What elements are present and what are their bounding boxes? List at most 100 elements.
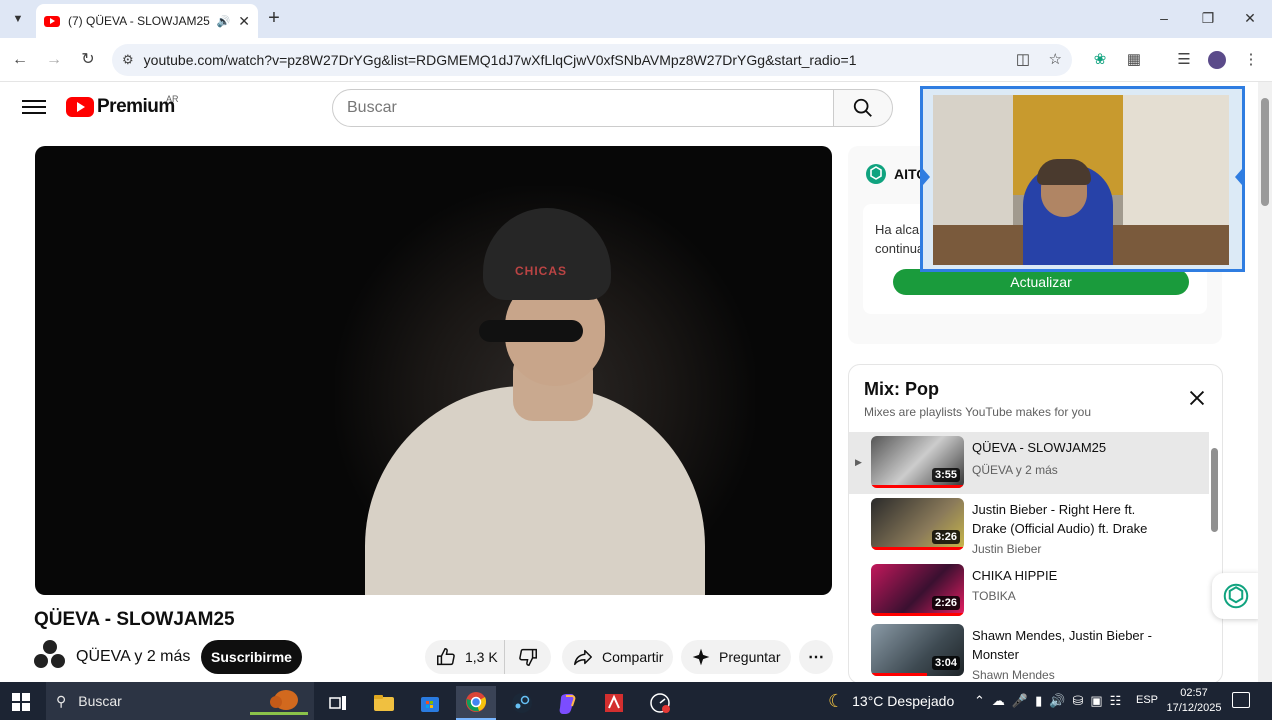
weather-text: 13°C Despejado [852,693,955,709]
display-icon[interactable]: ▣ [1090,693,1102,709]
profile-avatar[interactable] [1206,49,1228,71]
notification-center-icon[interactable] [1232,692,1250,708]
video-player[interactable]: CHICAS [35,146,832,595]
battery-icon[interactable]: ▮ [1035,693,1042,709]
playlist-scrollbar[interactable] [1211,434,1219,674]
playlist-item-channel: Justin Bieber [972,542,1042,556]
weather-widget[interactable]: ☾ 13°C Despejado [828,682,954,720]
webcam-feed [933,95,1229,265]
playlist-item[interactable]: 3:04 Shawn Mendes, Justin Bieber - Monst… [849,620,1209,682]
search-button[interactable] [833,89,893,127]
upgrade-button[interactable]: Actualizar [893,269,1189,295]
share-button[interactable]: Compartir [562,640,673,674]
watched-progress-bar [871,673,927,676]
search-icon [853,98,872,117]
clock-time: 02:57 [1180,687,1208,699]
channel-name[interactable]: QÜEVA y 2 más [76,648,190,666]
task-view-icon[interactable] [318,686,358,720]
taskbar-clock[interactable]: 02:57 17/12/2025 [1166,686,1222,716]
chatgpt-logo-icon [864,162,888,186]
install-app-icon[interactable]: ◫ [1012,49,1034,71]
chatgpt-icon [1223,583,1249,609]
reload-button[interactable]: ↻ [78,50,98,70]
webcam-resize-handle-right[interactable] [1235,169,1242,185]
clock-date: 17/12/2025 [1166,702,1222,714]
windows-start-button[interactable] [12,693,30,711]
site-info-icon[interactable]: ⚙ [122,52,134,68]
page-scrollbar[interactable] [1258,82,1272,682]
close-playlist-button[interactable] [1186,387,1208,409]
thumbs-down-icon [519,648,537,666]
browser-menu-icon[interactable]: ⋮ [1240,49,1262,71]
playlist-thumbnail: 3:04 [871,624,964,676]
more-actions-button[interactable]: ⋯ [799,640,833,674]
steam-icon[interactable] [502,686,542,720]
guide-menu-icon[interactable] [22,96,46,118]
browser-toolbar: ← → ↻ ⚙ youtube.com/watch?v=pz8W27DrYGg&… [0,38,1272,82]
sparkle-icon [692,648,710,666]
dislike-button[interactable] [505,640,551,674]
share-icon [574,649,592,666]
audio-playing-icon[interactable]: 🔊 [217,15,231,28]
playlist-item[interactable]: 3:26 Justin Bieber - Right Here ft. Drak… [849,494,1209,556]
ask-button[interactable]: Preguntar [681,640,791,674]
search-icon: ⚲ [56,692,67,709]
close-icon [1189,390,1205,406]
playlist-item[interactable]: 2:26 CHIKA HIPPIE TOBIKA [849,560,1209,622]
amd-software-icon[interactable] [594,686,634,720]
onedrive-icon[interactable]: ☁ [992,693,1005,709]
playlist-item-title: Justin Bieber - Right Here ft. Drake (Of… [972,502,1148,536]
video-title: QÜEVA - SLOWJAM25 [34,609,235,630]
like-button[interactable]: 1,3 K [425,640,505,674]
youtube-premium-logo[interactable]: Premium AR [66,94,179,118]
share-label: Compartir [602,649,664,665]
now-playing-icon: ▶ [855,457,862,467]
show-hidden-icons-chevron-icon[interactable]: ⌃ [974,693,985,709]
restore-window-button[interactable]: ❐ [1196,8,1220,28]
close-window-button[interactable]: ✕ [1238,8,1262,28]
input-language-indicator[interactable]: ESP [1136,694,1158,706]
extensions-puzzle-icon[interactable]: ▦ [1123,49,1145,71]
extension-message-line2: continua [875,241,925,256]
video-frame-cap-text: CHICAS [515,264,568,278]
youtube-logo-icon [66,97,94,117]
new-tab-button[interactable]: + [264,8,284,28]
minimize-window-button[interactable]: – [1152,8,1176,28]
tab-search-chevron-icon[interactable]: ▼ [8,9,28,29]
playlist-item-channel: Shawn Mendes [972,668,1055,682]
browser-tab-youtube[interactable]: (7) QÜEVA - SLOWJAM25 - 🔊 ✕ [36,4,258,38]
forward-button[interactable]: → [44,50,64,70]
usb-icon[interactable]: ⛁ [1072,693,1083,709]
webcam-resize-handle-left[interactable] [923,169,930,185]
subscribe-button[interactable]: Suscribirme [201,640,302,674]
playlist-item[interactable]: ▶ 3:55 QÜEVA - SLOWJAM25 QÜEVA y 2 más [849,432,1209,494]
country-code: AR [166,94,179,104]
chatgpt-floating-button[interactable] [1212,573,1260,619]
playlist-subtitle: Mixes are playlists YouTube makes for yo… [864,405,1091,419]
bookmark-star-icon[interactable]: ☆ [1049,50,1062,68]
file-explorer-icon[interactable] [364,686,404,720]
youtube-favicon-icon [44,15,60,27]
channel-avatar[interactable] [34,640,66,672]
playlist-item-channel: TOBIKA [972,589,1016,603]
search-input[interactable]: Buscar [332,89,834,127]
network-icon[interactable]: ☷ [1110,693,1122,709]
playlist-thumbnail: 2:26 [871,564,964,616]
url-text: youtube.com/watch?v=pz8W27DrYGg&list=RDG… [143,52,857,68]
volume-icon[interactable]: 🔊 [1049,693,1065,709]
copilot-icon[interactable] [548,686,588,720]
media-controls-icon[interactable]: ☰ [1173,49,1195,71]
like-count: 1,3 K [465,649,498,665]
microphone-icon[interactable]: 🎤 [1012,693,1028,709]
chatgpt-extension-icon[interactable]: ❀ [1089,49,1111,71]
address-bar[interactable]: ⚙ youtube.com/watch?v=pz8W27DrYGg&list=R… [112,44,1072,76]
playlist-item-channel: QÜEVA y 2 más [972,463,1058,477]
chrome-taskbar-icon[interactable] [456,686,496,720]
system-tray: ⌃ ☁ 🎤 ▮ 🔊 ⛁ ▣ ☷ [974,682,1121,720]
microsoft-store-icon[interactable] [410,686,450,720]
webcam-overlay[interactable] [920,86,1245,272]
back-button[interactable]: ← [10,50,30,70]
streaming-app-icon[interactable] [640,686,680,720]
playlist-item-title: CHIKA HIPPIE [972,568,1058,583]
close-tab-icon[interactable]: ✕ [238,13,250,30]
